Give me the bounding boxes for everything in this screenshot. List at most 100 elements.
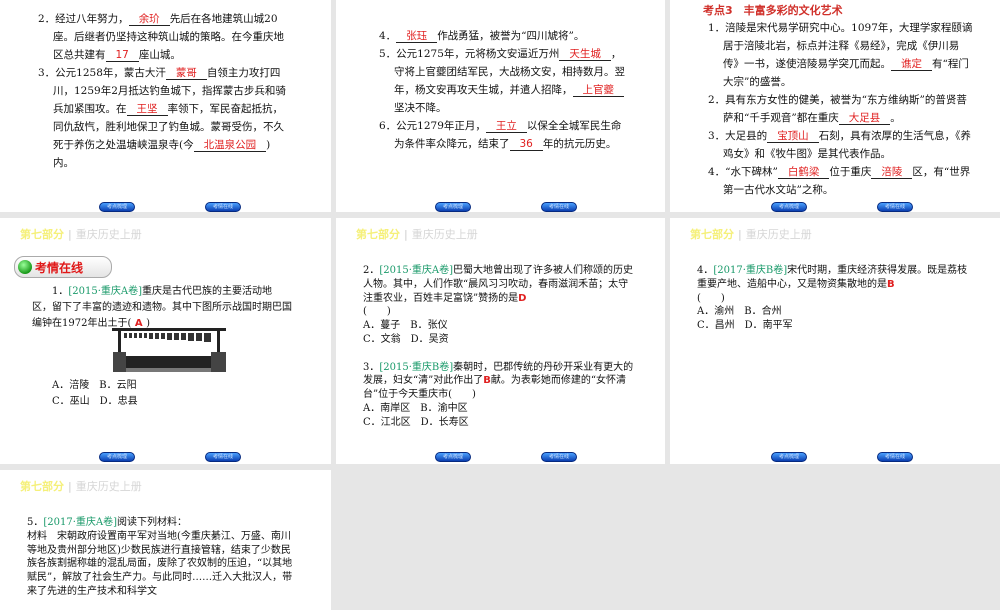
text: 年的抗元历史。 <box>542 138 617 150</box>
exam-source: [2015·重庆B卷] <box>379 361 454 373</box>
text: ( ) <box>697 292 725 304</box>
header-part: 第七部分 <box>356 228 400 241</box>
slide-1[interactable]: 2．经过八年努力， 余玠 先后在各地建筑山城20座。后继者仍坚持这种筑山城的策略。在… <box>0 0 331 212</box>
slide-header: 第七部分 | 重庆历史上册 <box>356 226 478 242</box>
header-sep: | <box>738 228 742 241</box>
text: 1． <box>32 286 69 297</box>
slide-3-content: 1．涪陵是宋代易学研究中心。1097年，大理学家程颐谪居于涪陵北岩，标点并注释《… <box>708 19 973 199</box>
text <box>363 348 373 359</box>
text: C．昌州 D．南平军 <box>697 320 793 332</box>
slide-1-content: 2．经过八年努力， 余玠 先后在各地建筑山城20座。后继者仍坚持这种筑山城的策略。在… <box>38 10 288 172</box>
green-dot-icon <box>18 260 32 274</box>
exam-source: [2017·重庆A卷] <box>43 517 118 528</box>
slide-7-content: 5．[2017·重庆A卷]阅读下列材料： 材料 宋朝政府设置南平军对当地(今重庆綦… <box>27 516 299 599</box>
text: C．巫山 D．忠县 <box>32 396 138 407</box>
text: 材料 宋朝政府设置南平军对当地(今重庆綦江、万盛、南川等地及贵州部分地区)少数民… <box>27 530 293 597</box>
answer-blank: 张珏 <box>396 30 438 43</box>
slide-5-content: 2．[2015·重庆A卷]巴蜀大地曾出现了许多被人们称颂的历史人物。其中，人们作… <box>363 264 635 430</box>
nav-online-button[interactable]: 考情在线 <box>877 452 913 462</box>
answer-blank: 宝顶山 <box>767 130 819 143</box>
text: 4． <box>697 265 714 276</box>
nav-online-button[interactable]: 考情在线 <box>205 202 241 212</box>
slide-3[interactable]: 考点3 丰富多彩的文化艺术 1．涪陵是宋代易学研究中心。1097年，大理学家程颐… <box>670 0 1000 212</box>
answer-blank: 白鹤梁 <box>777 166 830 179</box>
bianzhong-bells-image <box>112 328 226 372</box>
paragraph <box>363 347 635 361</box>
paragraph: A．南岸区 B．渝中区 <box>363 402 635 416</box>
nav-online-button[interactable]: 考情在线 <box>205 452 241 462</box>
paragraph: 4．[2017·重庆B卷]宋代时期，重庆经济获得发展。既是荔枝重要产地、造船中心… <box>697 264 969 292</box>
paragraph: A．涪陵 B．云阳 <box>32 378 292 394</box>
text: 2．具有东方女性的健美，被誉为“东方维纳斯”的普贤菩萨和“千手观音”都在重庆 <box>708 94 967 124</box>
paragraph: 3．[2015·重庆B卷]秦朝时，巴郡传统的丹砂开采业有更大的发展，妇女“清”对… <box>363 361 635 402</box>
nav-online-button[interactable]: 考情在线 <box>877 202 913 212</box>
header-sep: | <box>68 480 72 493</box>
nav-review-button[interactable]: 考点梳理 <box>99 452 135 462</box>
exam-source: [2015·重庆A卷] <box>68 286 143 297</box>
text: 3． <box>363 361 380 373</box>
text: 坚决不降。 <box>394 102 447 114</box>
section-pill: 考情在线 <box>14 256 112 278</box>
paragraph: C．江北区 D．长寿区 <box>363 416 635 430</box>
header-sep: | <box>68 228 72 241</box>
paragraph: 3．公元1258年，蒙古大汗 蒙哥 自领主力攻打四川，1259年2月抵达钓鱼城下，指… <box>38 64 288 172</box>
header-book: 重庆历史上册 <box>411 228 478 241</box>
text: 3．公元1258年，蒙古大汗 <box>38 67 166 79</box>
paragraph: C．巫山 D．忠县 <box>32 394 292 410</box>
paragraph: 5．[2017·重庆A卷]阅读下列材料： <box>27 516 299 530</box>
nav-review-button[interactable]: 考点梳理 <box>99 202 135 212</box>
paragraph: 2．具有东方女性的健美，被誉为“东方维纳斯”的普贤菩萨和“千手观音”都在重庆 大足… <box>708 91 973 127</box>
header-part: 第七部分 <box>20 228 64 241</box>
answer-blank: 北温泉公园 <box>193 139 267 152</box>
header-part: 第七部分 <box>20 480 64 493</box>
text: 5． <box>27 517 44 528</box>
paragraph: 5．公元1275年，元将杨文安逼近万州 天生城 ，守将上官夔团结军民，大战杨文安，相… <box>379 45 629 117</box>
header-book: 重庆历史上册 <box>75 228 142 241</box>
paragraph: 1．涪陵是宋代易学研究中心。1097年，大理学家程颐谪居于涪陵北岩，标点并注释《… <box>708 19 973 91</box>
slide-7[interactable]: 第七部分 | 重庆历史上册 5．[2017·重庆A卷]阅读下列材料： 材料 宋朝政府设… <box>0 470 331 610</box>
nav-online-button[interactable]: 考情在线 <box>541 202 577 212</box>
slide-6-content: 4．[2017·重庆B卷]宋代时期，重庆经济获得发展。既是荔枝重要产地、造船中心… <box>697 264 969 333</box>
answer-mark: B <box>887 278 895 290</box>
nav-online-button[interactable]: 考情在线 <box>541 452 577 462</box>
slide-6[interactable]: 第七部分 | 重庆历史上册 4．[2017·重庆B卷]宋代时期，重庆经济获得发展。既… <box>670 218 1000 464</box>
text: A．南岸区 B．渝中区 <box>363 402 468 414</box>
answer-blank: 36 <box>509 138 543 151</box>
slide-2[interactable]: 4． 张珏 作战勇猛，被誉为“四川虓将”。 5．公元1275年，元将杨文安逼近万州 天生… <box>336 0 665 212</box>
text: 作战勇猛，被誉为“四川虓将”。 <box>437 30 585 42</box>
text: 4．“水下碑林” <box>708 166 778 178</box>
answer-blank: 王坚 <box>126 103 168 116</box>
text: A．涪陵 B．云阳 <box>32 380 137 391</box>
text: A．渝州 B．合州 <box>697 306 782 318</box>
text: 。 <box>890 112 901 124</box>
text: 2． <box>363 265 380 276</box>
header-book: 重庆历史上册 <box>75 480 142 493</box>
answer-blank: 谯定 <box>891 58 932 71</box>
nav-review-button[interactable]: 考点梳理 <box>435 452 471 462</box>
section-title: 考情在线 <box>35 261 84 275</box>
text: 5．公元1275年，元将杨文安逼近万州 <box>379 48 560 60</box>
slide-4-options: A．涪陵 B．云阳 C．巫山 D．忠县 <box>32 378 292 410</box>
nav-review-button[interactable]: 考点梳理 <box>771 452 807 462</box>
text: 2．经过八年努力， <box>38 13 129 25</box>
answer-blank: 蒙哥 <box>165 67 207 80</box>
text: ( ) <box>363 306 391 318</box>
paragraph: 3．大足县的 宝顶山 石刻，具有浓厚的生活气息，《养鸡女》和《牧牛图》是其代表作品。 <box>708 127 973 163</box>
paragraph: C．文翁 D．吴资 <box>363 333 635 347</box>
answer-blank: 17 <box>105 49 139 62</box>
header-sep: | <box>404 228 408 241</box>
slide-5[interactable]: 第七部分 | 重庆历史上册 2．[2015·重庆A卷]巴蜀大地曾出现了许多被人们称颂… <box>336 218 665 464</box>
slide-2-content: 4． 张珏 作战勇猛，被誉为“四川虓将”。 5．公元1275年，元将杨文安逼近万州 天生… <box>379 27 629 153</box>
paragraph: C．昌州 D．南平军 <box>697 319 969 333</box>
paragraph: A．渝州 B．合州 <box>697 305 969 319</box>
answer-mark: B <box>483 375 491 387</box>
paragraph: 4． 张珏 作战勇猛，被誉为“四川虓将”。 <box>379 27 629 45</box>
header-part: 第七部分 <box>690 228 734 241</box>
nav-review-button[interactable]: 考点梳理 <box>771 202 807 212</box>
nav-review-button[interactable]: 考点梳理 <box>435 202 471 212</box>
exam-source: [2015·重庆A卷] <box>379 265 454 276</box>
text: 座山城。 <box>138 49 181 61</box>
text: C．文翁 D．吴资 <box>363 333 449 345</box>
slide-4[interactable]: 第七部分 | 重庆历史上册 考情在线 1．[2015·重庆A卷]重庆是古代巴族的主要… <box>0 218 331 464</box>
answer-blank: 大足县 <box>838 112 891 125</box>
